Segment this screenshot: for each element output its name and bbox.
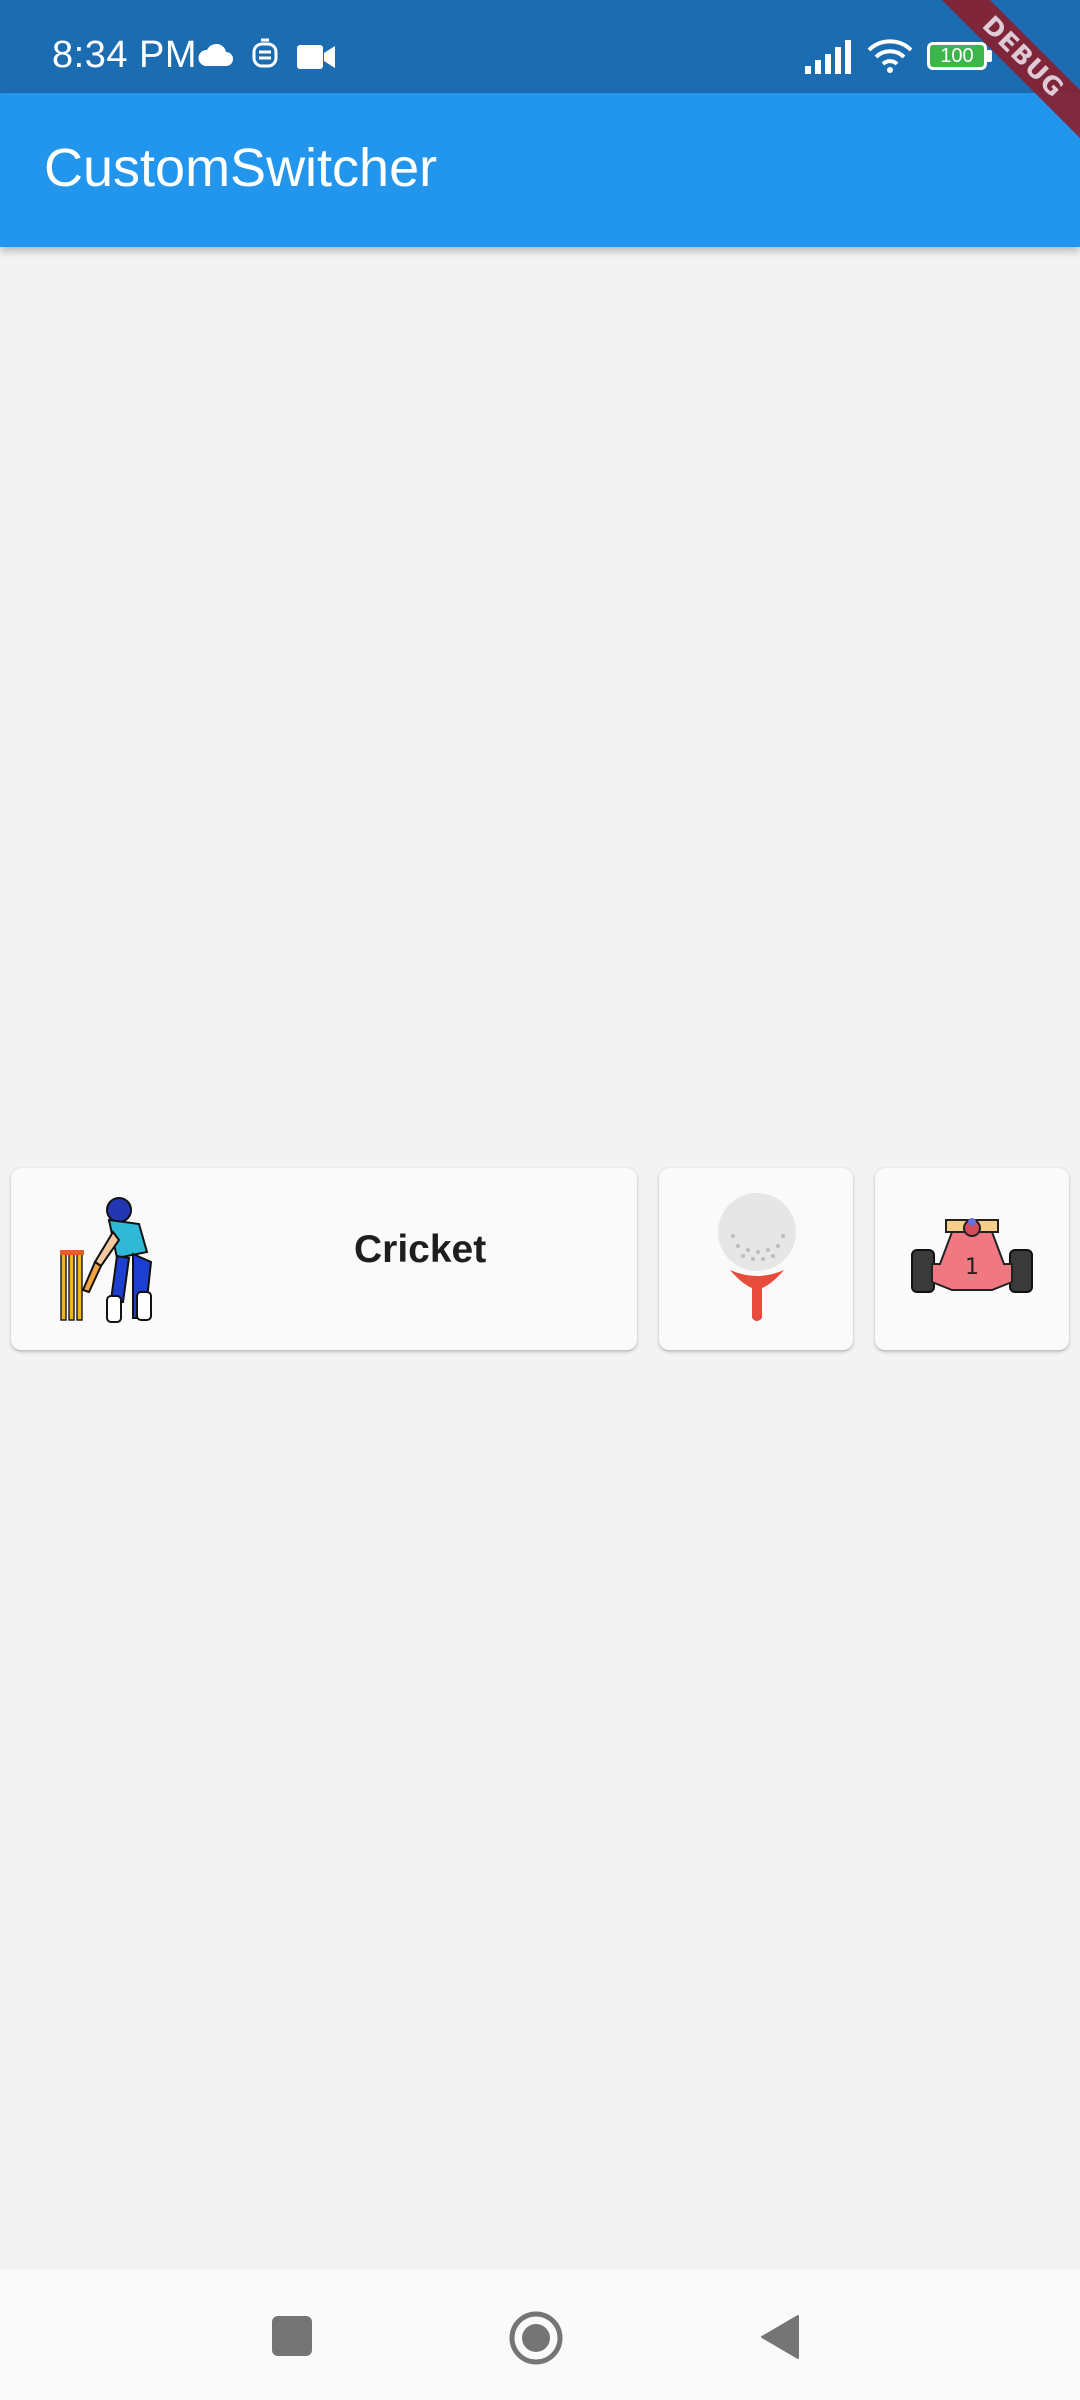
video-camera-icon [297, 45, 335, 69]
app-bar: CustomSwitcher [0, 93, 1080, 247]
navigation-bar [0, 2270, 1080, 2400]
status-time: 8:34 PM [52, 34, 198, 76]
status-bar: 8:34 PM 100 [0, 0, 1080, 93]
race-car-icon: 1 [911, 1218, 1033, 1293]
notification-icon [252, 38, 278, 68]
cloud-icon [198, 43, 233, 66]
switcher-item-label: Cricket [354, 1228, 487, 1271]
wifi-icon [867, 39, 913, 73]
debug-banner-label: DEBUG [940, 0, 1080, 140]
golf-ball-tee-icon [718, 1193, 796, 1321]
cricket-batsman-icon [60, 1197, 153, 1323]
recent-apps-icon[interactable] [272, 2316, 312, 2356]
back-icon[interactable] [760, 2314, 800, 2360]
switcher-item-racing[interactable]: 1 [875, 1168, 1069, 1350]
switcher-item-golf[interactable] [659, 1168, 853, 1350]
home-icon[interactable] [508, 2310, 564, 2366]
debug-banner: DEBUG [940, 0, 1080, 140]
svg-text:1: 1 [965, 1255, 979, 1280]
switcher-item-cricket[interactable]: Cricket [11, 1168, 637, 1350]
app-title: CustomSwitcher [44, 138, 438, 198]
signal-icon [805, 40, 851, 74]
